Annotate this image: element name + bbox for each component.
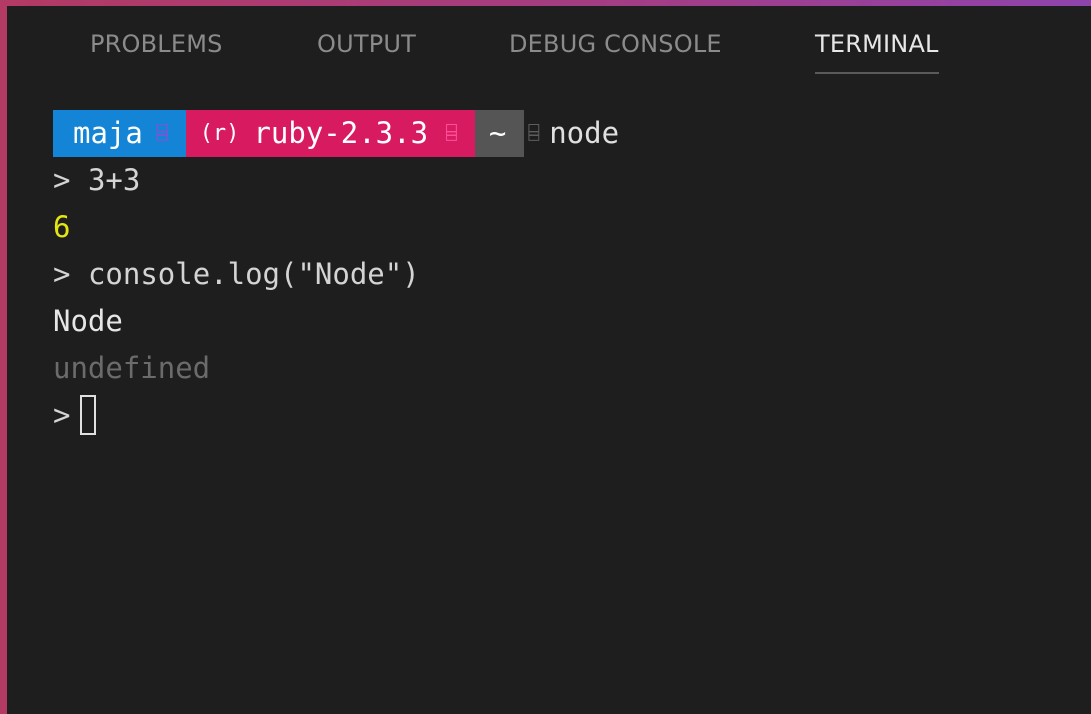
terminal-output[interactable]: maja ⌸ (r) ruby-2.3.3 ⌸ ~ ⌸ node > 3+3 6 > cons… xyxy=(53,110,1071,439)
prompt-ruby-marker: (r) xyxy=(199,121,240,146)
terminal-line-output: undefined xyxy=(53,351,211,385)
terminal-line-output: 6 xyxy=(53,210,71,244)
repl-input-text: 3+3 xyxy=(87,163,141,197)
repl-caret: > xyxy=(53,398,71,432)
terminal-line-input: > console.log("Node") xyxy=(53,251,1071,298)
prompt-command-segment: ⌸ node xyxy=(524,110,619,157)
prompt-user: maja xyxy=(73,116,143,150)
window-frame: PROBLEMS OUTPUT DEBUG CONSOLE TERMINAL m… xyxy=(0,0,1091,714)
terminal-line-output: Node xyxy=(53,304,123,338)
prompt-user-segment: maja ⌸ xyxy=(53,110,186,157)
repl-input-text: console.log("Node") xyxy=(87,257,420,291)
prompt-directory: ~ xyxy=(488,116,507,150)
prompt-ruby-version: ruby-2.3.3 xyxy=(253,116,429,150)
tab-debug-console[interactable]: DEBUG CONSOLE xyxy=(509,30,722,72)
tab-terminal[interactable]: TERMINAL xyxy=(815,30,939,74)
repl-caret: > xyxy=(53,257,71,291)
prompt-command: node xyxy=(549,116,620,150)
terminal-line-input: > 3+3 xyxy=(53,157,1071,204)
tab-problems[interactable]: PROBLEMS xyxy=(90,30,223,72)
prompt-separator-icon: ⌸ xyxy=(528,123,540,144)
prompt-separator-icon: ⌸ xyxy=(156,123,168,144)
terminal-line-input: > xyxy=(53,392,1071,439)
tab-output[interactable]: OUTPUT xyxy=(317,30,416,72)
prompt-ruby-segment: (r) ruby-2.3.3 ⌸ xyxy=(185,110,475,157)
prompt-separator-icon: ⌸ xyxy=(446,123,457,144)
prompt-dir-segment: ~ xyxy=(474,110,525,157)
panel-tabs: PROBLEMS OUTPUT DEBUG CONSOLE TERMINAL xyxy=(7,6,1091,86)
terminal-panel: PROBLEMS OUTPUT DEBUG CONSOLE TERMINAL m… xyxy=(7,6,1091,714)
text-cursor xyxy=(80,395,97,435)
shell-prompt: maja ⌸ (r) ruby-2.3.3 ⌸ ~ ⌸ node xyxy=(53,110,1071,157)
repl-caret: > xyxy=(53,163,71,197)
